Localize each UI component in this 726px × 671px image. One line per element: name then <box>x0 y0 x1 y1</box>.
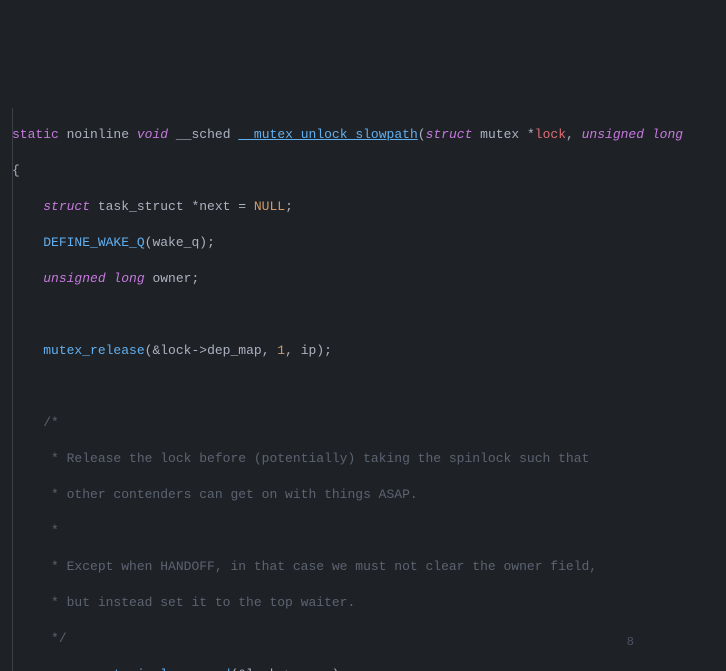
code-line: static noinline void __sched __mutex_unl… <box>12 126 726 144</box>
code-line: /* <box>12 414 726 432</box>
code-line <box>12 306 726 324</box>
code-line <box>12 378 726 396</box>
code-line: DEFINE_WAKE_Q(wake_q); <box>12 234 726 252</box>
page-number: 8 <box>627 633 634 651</box>
code-line: */ <box>12 630 726 648</box>
code-line: * Release the lock before (potentially) … <box>12 450 726 468</box>
code-editor[interactable]: static noinline void __sched __mutex_unl… <box>0 90 726 671</box>
code-line: * other contenders can get on with thing… <box>12 486 726 504</box>
fn-def: __mutex_unlock_slowpath <box>238 127 417 142</box>
code-line: owner = atomic_long_read(&lock->owner); <box>12 666 726 671</box>
code-line: { <box>12 162 726 180</box>
code-line: struct task_struct *next = NULL; <box>12 198 726 216</box>
code-line: unsigned long owner; <box>12 270 726 288</box>
code-line: * Except when HANDOFF, in that case we m… <box>12 558 726 576</box>
code-line: * but instead set it to the top waiter. <box>12 594 726 612</box>
code-line: * <box>12 522 726 540</box>
code-line: mutex_release(&lock->dep_map, 1, ip); <box>12 342 726 360</box>
